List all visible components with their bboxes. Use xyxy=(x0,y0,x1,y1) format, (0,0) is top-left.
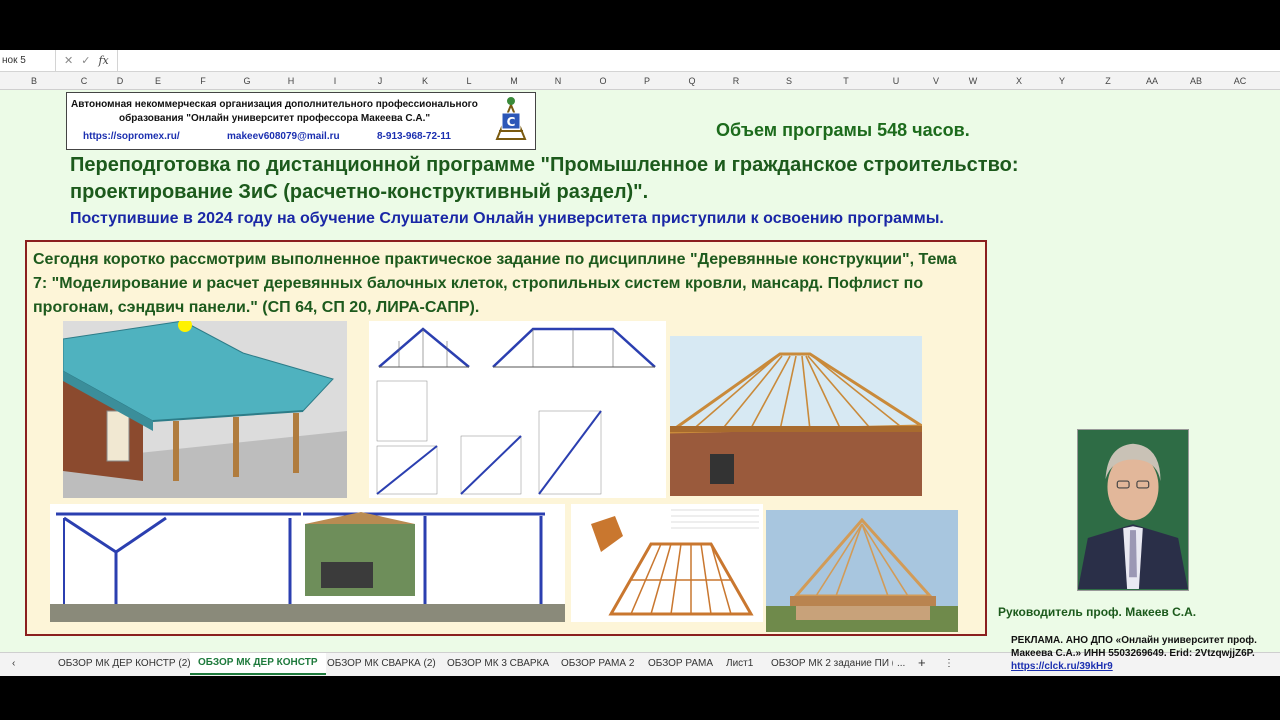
column-header-o[interactable]: O xyxy=(599,76,606,86)
tab-sheet-6[interactable]: Лист1 xyxy=(726,658,753,669)
tab-sheet-7[interactable]: ОБЗОР МК 2 задание ПИ (2 xyxy=(771,658,893,669)
column-header-k[interactable]: K xyxy=(422,76,428,86)
roof-truss-scheme-image xyxy=(571,504,763,622)
column-header-n[interactable]: N xyxy=(555,76,562,86)
column-header-d[interactable]: D xyxy=(117,76,124,86)
org-site-link[interactable]: https://sopromex.ru/ xyxy=(83,131,180,142)
org-email[interactable]: makeev608079@mail.ru xyxy=(227,131,340,142)
column-header-g[interactable]: G xyxy=(243,76,250,86)
org-phone: 8-913-968-72-11 xyxy=(377,131,451,142)
name-box[interactable]: нок 5 xyxy=(0,50,56,71)
column-header-q[interactable]: Q xyxy=(688,76,695,86)
tab-sheet-2[interactable]: ОБЗОР МК СВАРКА (2) xyxy=(327,658,436,669)
column-header-c[interactable]: C xyxy=(81,76,88,86)
students-note: Поступившие в 2024 году на обучение Слуш… xyxy=(70,210,944,227)
org-line2: образования "Онлайн университет профессо… xyxy=(119,113,431,124)
supervisor-caption: Руководитель проф. Макеев С.А. xyxy=(998,605,1197,619)
column-header-w[interactable]: W xyxy=(969,76,978,86)
close-icon[interactable]: ✕ xyxy=(64,54,73,67)
hip-roof-rafters-image xyxy=(670,336,922,496)
check-icon[interactable]: ✓ xyxy=(81,54,90,67)
tab-sheet-4[interactable]: ОБЗОР РАМА 2 xyxy=(561,658,634,669)
tab-nav-prev[interactable]: ‹ xyxy=(12,658,15,669)
column-header-t[interactable]: T xyxy=(843,76,849,86)
column-header-r[interactable]: R xyxy=(733,76,740,86)
program-volume: Объем програмы 548 часов. xyxy=(716,120,970,140)
column-header-s[interactable]: S xyxy=(786,76,792,86)
column-header-l[interactable]: L xyxy=(466,76,471,86)
carport-frame-image xyxy=(301,504,565,622)
letterbox-top xyxy=(0,0,1280,50)
column-header-ab[interactable]: AB xyxy=(1190,76,1202,86)
column-header-e[interactable]: E xyxy=(155,76,161,86)
org-info-box: Автономная некоммерческая организация до… xyxy=(66,92,536,150)
program-heading: Переподготовка по дистанционной программ… xyxy=(70,154,1019,203)
sheet-area[interactable]: Автономная некоммерческая организация до… xyxy=(0,90,1280,652)
column-header-row: B C D E F G H I J K L M N O P Q R S T U V W X Y Z AA AB AC xyxy=(0,72,1280,90)
ad-notice: РЕКЛАМА. АНО ДПО «Онлайн университет про… xyxy=(1011,634,1273,673)
formula-icons: ✕ ✓ fx xyxy=(56,50,118,71)
tab-sheet-3[interactable]: ОБЗОР МК 3 СВАРКА xyxy=(447,658,549,669)
tab-sheet-0[interactable]: ОБЗОР МК ДЕР КОНСТР (2) xyxy=(58,658,191,669)
formula-input[interactable] xyxy=(118,50,1280,71)
column-header-z[interactable]: Z xyxy=(1105,76,1111,86)
tab-sheet-1[interactable]: ОБЗОР МК ДЕР КОНСТР xyxy=(190,653,326,675)
ad-link[interactable]: https://clck.ru/39kHr9 xyxy=(1011,661,1113,672)
column-header-y[interactable]: Y xyxy=(1059,76,1065,86)
org-line1: Автономная некоммерческая организация до… xyxy=(71,99,478,110)
column-header-p[interactable]: P xyxy=(644,76,650,86)
column-header-m[interactable]: M xyxy=(510,76,518,86)
column-header-i[interactable]: I xyxy=(334,76,337,86)
column-header-h[interactable]: H xyxy=(288,76,295,86)
ad-text: РЕКЛАМА. АНО ДПО «Онлайн университет про… xyxy=(1011,635,1257,659)
roof-3d-model-image xyxy=(63,321,347,498)
house-construction-image xyxy=(766,510,958,632)
tab-more[interactable]: ... xyxy=(897,658,905,669)
tab-menu-icon[interactable]: ⋮ xyxy=(944,658,954,669)
function-icon[interactable]: fx xyxy=(98,54,108,67)
task-description: Сегодня коротко рассмотрим выполненное п… xyxy=(33,251,957,316)
column-header-ac[interactable]: AC xyxy=(1234,76,1247,86)
logo-letter: C xyxy=(507,115,516,129)
add-sheet-icon[interactable]: + xyxy=(918,655,926,670)
column-header-b[interactable]: B xyxy=(31,76,37,86)
rafter-drawings-image xyxy=(369,321,666,498)
letterbox-bottom xyxy=(0,676,1280,720)
column-header-v[interactable]: V xyxy=(933,76,939,86)
column-header-x[interactable]: X xyxy=(1016,76,1022,86)
column-header-u[interactable]: U xyxy=(893,76,900,86)
column-header-f[interactable]: F xyxy=(200,76,206,86)
tab-sheet-5[interactable]: ОБЗОР РАМА xyxy=(648,658,713,669)
supervisor-portrait xyxy=(1077,429,1189,591)
column-header-aa[interactable]: AA xyxy=(1146,76,1158,86)
y-frame-drawing-image xyxy=(50,504,314,622)
column-header-j[interactable]: J xyxy=(378,76,383,86)
masonic-logo-icon: C xyxy=(495,97,527,140)
task-panel: Сегодня коротко рассмотрим выполненное п… xyxy=(25,240,987,636)
formula-bar: нок 5 ✕ ✓ fx xyxy=(0,50,1280,72)
